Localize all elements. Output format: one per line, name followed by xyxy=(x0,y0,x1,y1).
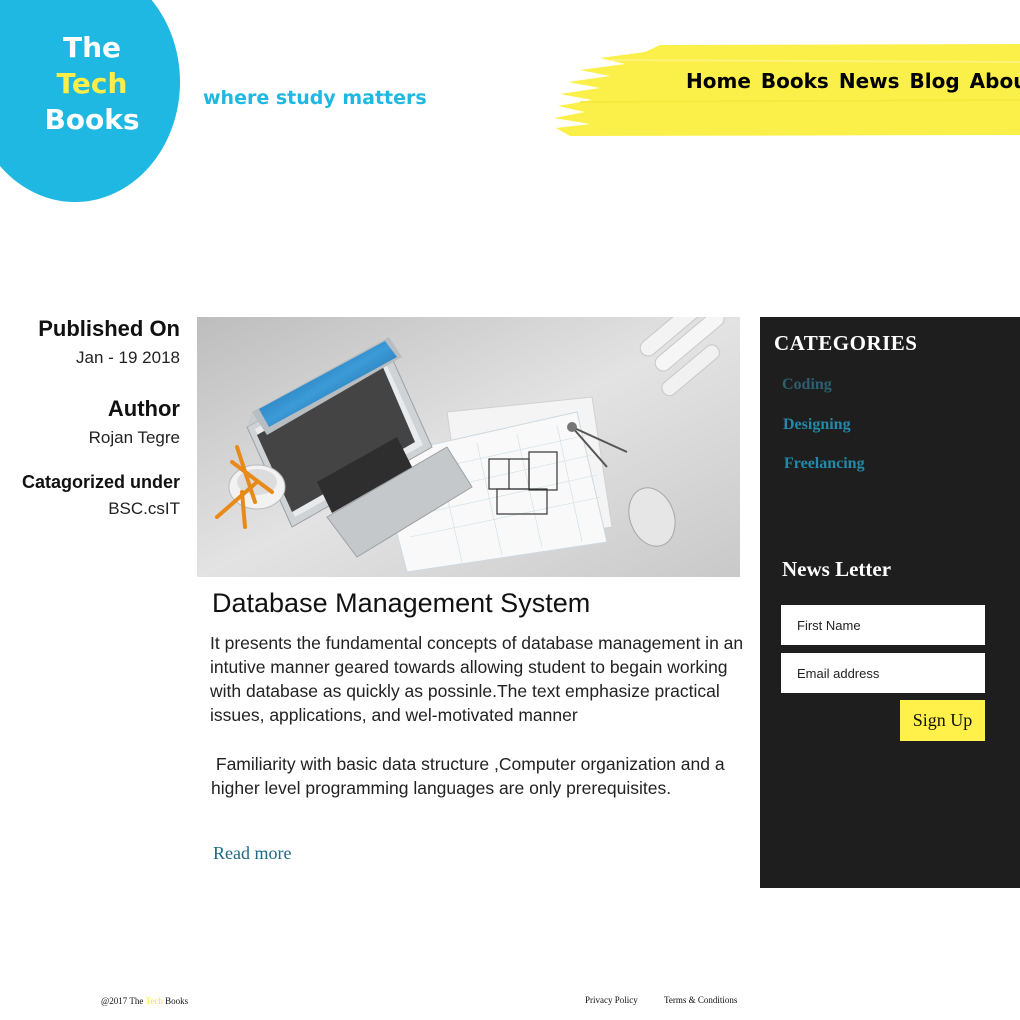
published-label: Published On xyxy=(38,316,180,341)
logo-word-the: The xyxy=(62,31,122,64)
category-coding[interactable]: Coding xyxy=(782,376,832,394)
email-input[interactable] xyxy=(781,653,985,693)
laptop-blueprint-image xyxy=(197,317,740,577)
main-nav: Home Books News Blog About xyxy=(686,69,1020,93)
category-label: Catagorized under xyxy=(21,472,180,492)
copyright-highlight: Tech xyxy=(145,996,163,1006)
nav-news[interactable]: News xyxy=(839,69,900,93)
footer-copyright: @2017 The Tech Books xyxy=(101,996,188,1006)
logo-word-books: Books xyxy=(44,103,140,136)
article-paragraph-2: Familiarity with basic data structure ,C… xyxy=(211,754,730,798)
nav-blog[interactable]: Blog xyxy=(910,69,960,93)
nav-about[interactable]: About xyxy=(970,69,1020,93)
nav-home[interactable]: Home xyxy=(686,69,751,93)
copyright-suffix: Books xyxy=(165,996,189,1006)
category-freelancing[interactable]: Freelancing xyxy=(784,455,865,473)
sign-up-button[interactable]: Sign Up xyxy=(900,700,985,741)
published-date: Jan - 19 2018 xyxy=(76,348,180,367)
site-tagline: where study matters xyxy=(203,87,427,109)
article-title: Database Management System xyxy=(212,588,591,618)
sidebar: CATEGORIES Coding Designing Freelancing … xyxy=(760,317,1020,888)
author-name: Rojan Tegre xyxy=(88,428,180,447)
nav-books[interactable]: Books xyxy=(761,69,829,93)
categories-title: CATEGORIES xyxy=(774,331,918,355)
privacy-policy-link[interactable]: Privacy Policy xyxy=(585,995,638,1005)
terms-conditions-link[interactable]: Terms & Conditions xyxy=(664,995,737,1005)
logo-word-tech: Tech xyxy=(56,67,128,100)
category-value: BSC.csIT xyxy=(108,499,180,518)
site-logo[interactable]: The Tech Books xyxy=(40,30,144,138)
category-designing[interactable]: Designing xyxy=(783,416,851,434)
read-more-link[interactable]: Read more xyxy=(213,843,291,864)
newsletter-title: News Letter xyxy=(782,557,892,581)
copyright-prefix: @2017 The xyxy=(101,996,144,1006)
first-name-input[interactable] xyxy=(781,605,985,645)
author-label: Author xyxy=(107,396,180,421)
post-meta: Published On Jan - 19 2018 Author Rojan … xyxy=(22,316,180,519)
article-paragraph-1: It presents the fundamental concepts of … xyxy=(210,633,744,725)
